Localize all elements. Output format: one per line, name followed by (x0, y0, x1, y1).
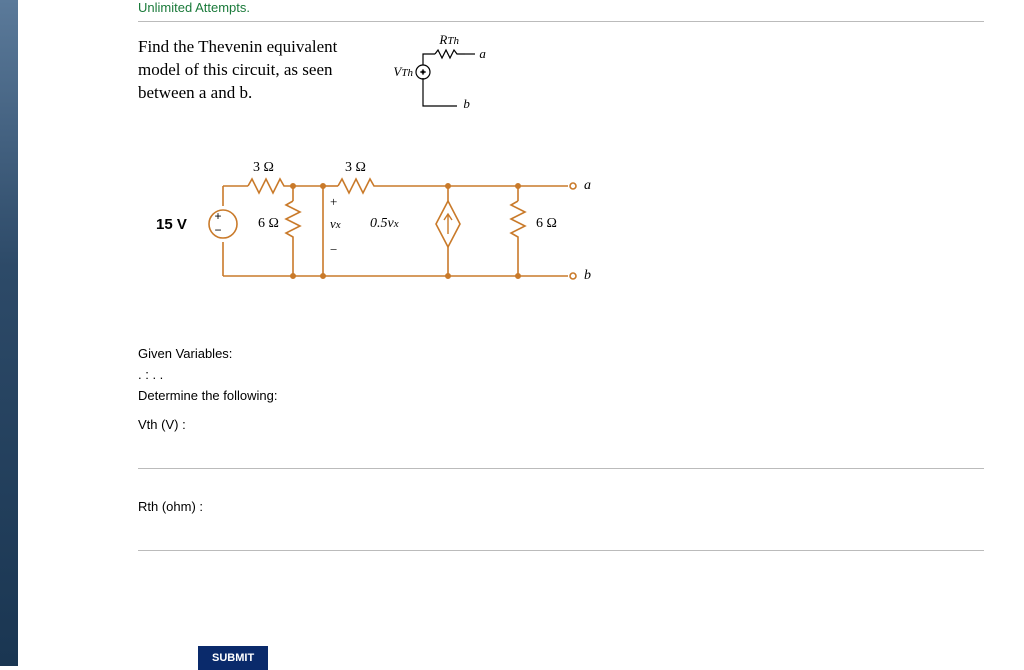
submit-button[interactable]: SUBMIT (198, 646, 268, 670)
divider-top (138, 21, 984, 22)
problem-page: Unlimited Attempts. Find the Thevenin eq… (18, 0, 1024, 666)
background-strip (0, 0, 18, 666)
vth-label: VTh (393, 64, 413, 80)
terminal-b: b (584, 268, 591, 284)
prompt-line: Find the Thevenin equivalent (138, 37, 337, 56)
vx-plus: + (330, 194, 337, 210)
vth-input-line[interactable] (138, 468, 984, 469)
svg-text:+: + (214, 209, 221, 223)
circuit-diagram: + − 15 V 3 Ω 3 Ω 6 Ω 6 Ω + vx − 0.5vx a … (138, 146, 638, 326)
attempts-label: Unlimited Attempts. (138, 0, 984, 15)
prompt-line: between a and b. (138, 83, 252, 102)
r1-label: 3 Ω (253, 160, 274, 176)
dependent-source-label: 0.5vx (370, 216, 399, 232)
given-variables-dots: . : . . (138, 367, 984, 382)
r3-label: 6 Ω (258, 216, 279, 232)
prompt-line: model of this circuit, as seen (138, 60, 333, 79)
terminal-a: a (584, 178, 591, 194)
svg-text:−: − (214, 223, 221, 237)
determine-heading: Determine the following: (138, 388, 984, 403)
terminal-a: a (479, 46, 486, 62)
problem-statement: Find the Thevenin equivalent model of th… (138, 36, 337, 105)
given-variables-heading: Given Variables: (138, 346, 984, 361)
vx-minus: − (330, 242, 337, 258)
r2-label: 3 Ω (345, 160, 366, 176)
terminal-b: b (463, 96, 470, 112)
rth-label: RTh (439, 32, 459, 48)
rth-input-line[interactable] (138, 550, 984, 551)
rth-field-label: Rth (ohm) : (138, 499, 984, 514)
voltage-source-label: 15 V (156, 216, 187, 233)
vx-label: vx (330, 216, 341, 232)
r4-label: 6 Ω (536, 216, 557, 232)
thevenin-model-diagram: RTh VTh a b (397, 36, 497, 116)
vth-field-label: Vth (V) : (138, 417, 984, 432)
